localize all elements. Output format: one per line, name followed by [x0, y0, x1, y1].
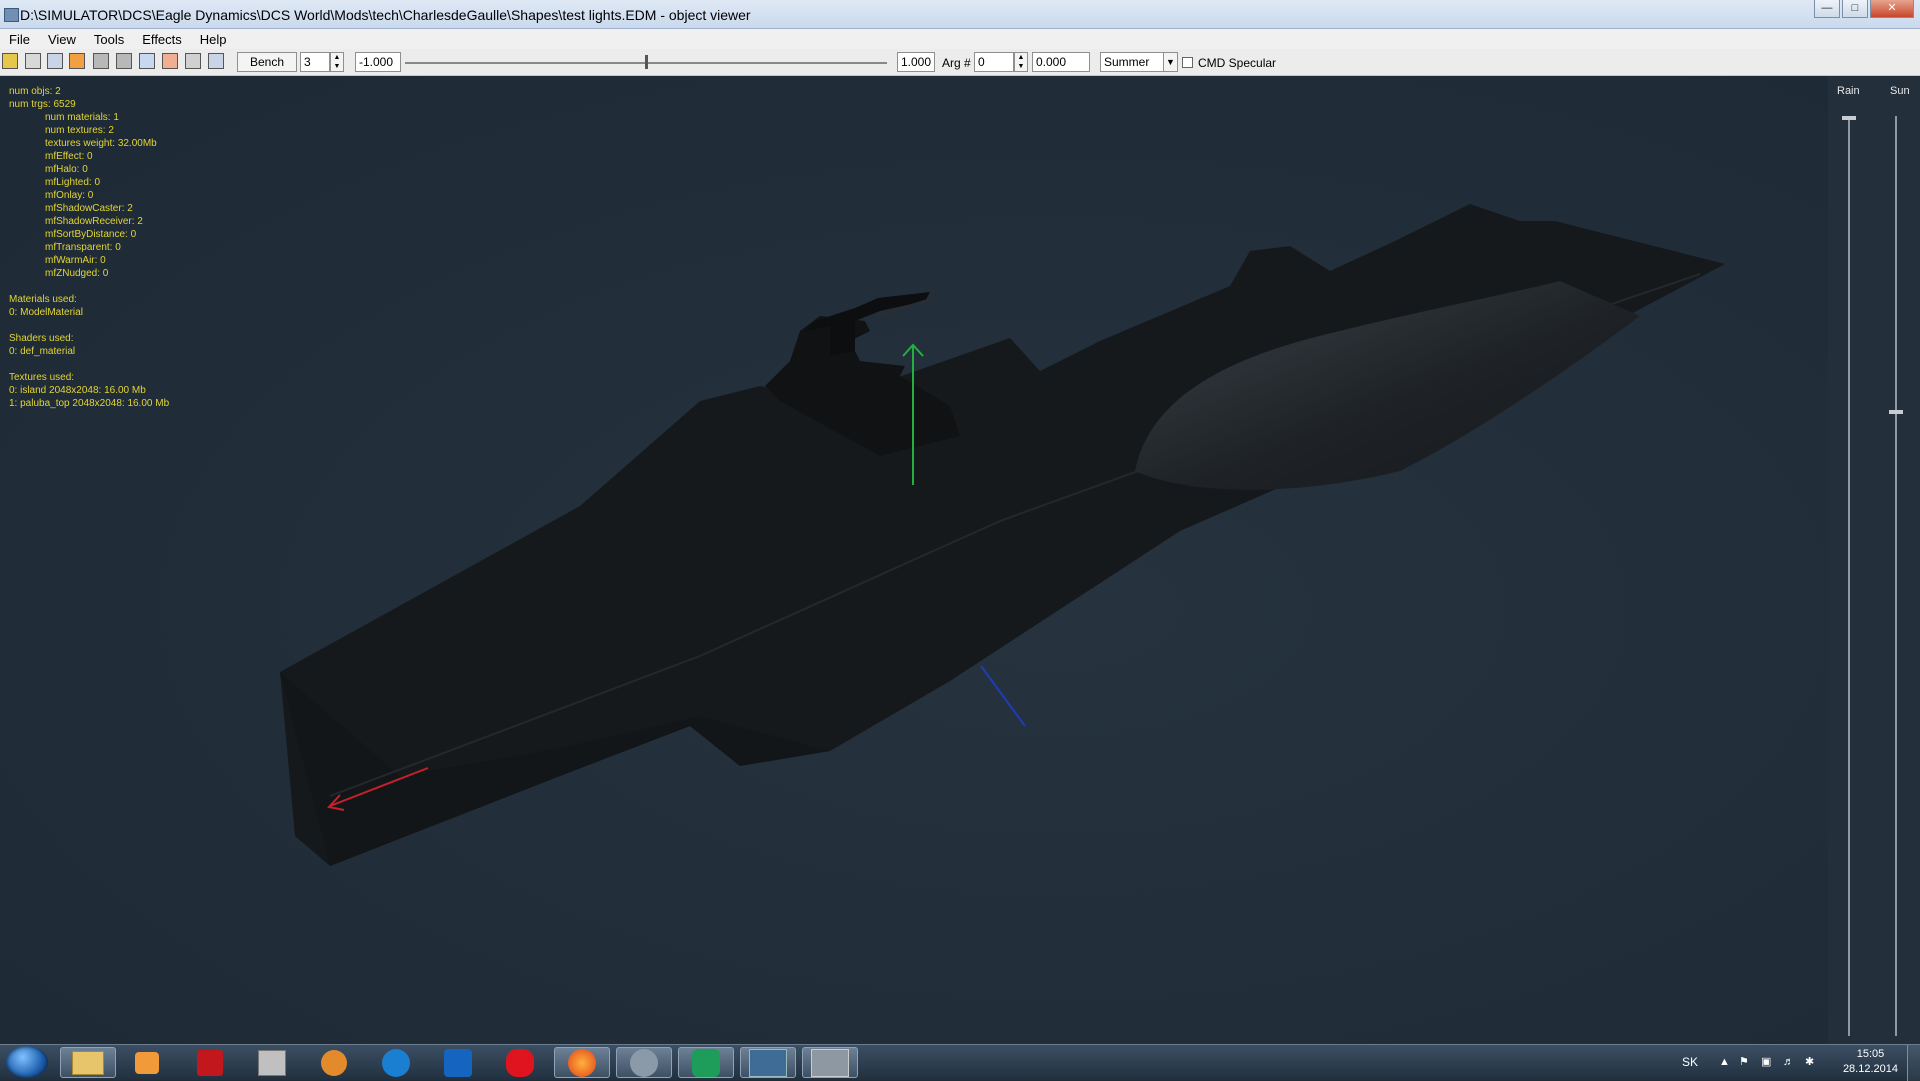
texture-entry: 0: island 2048x2048: 16.00 Mb	[9, 385, 146, 396]
menu-tools[interactable]: Tools	[85, 32, 133, 47]
menu-view[interactable]: View	[39, 32, 85, 47]
taskbar-blender-icon[interactable]	[306, 1047, 362, 1078]
arg-number-spinner[interactable]: ▲ ▼	[1014, 52, 1028, 72]
rain-label: Rain	[1837, 85, 1860, 97]
network-icon[interactable]: ▣	[1761, 1057, 1772, 1068]
window-title: D:\SIMULATOR\DCS\Eagle Dynamics\DCS Worl…	[20, 7, 751, 23]
stat-mfhalo: mfHalo: 0	[45, 164, 88, 175]
light-icon[interactable]	[69, 53, 85, 69]
texture-entry: 1: paluba_top 2048x2048: 16.00 Mb	[9, 398, 170, 409]
shader-entry: 0: def_material	[9, 346, 76, 357]
arg-value-input[interactable]: 0.000	[1032, 52, 1090, 72]
texture-icon[interactable]	[185, 53, 201, 69]
stat-num-trgs: num trgs: 6529	[9, 99, 76, 110]
slider-min-field[interactable]: -1.000	[355, 52, 401, 72]
bench-button[interactable]: Bench	[237, 52, 297, 72]
window-controls: — □ ✕	[1814, 0, 1914, 18]
taskbar-coreldraw-icon[interactable]	[678, 1047, 734, 1078]
taskbar-explorer-icon[interactable]	[60, 1047, 116, 1078]
taskbar: SK ▲ ⚑ ▣ ♬ ✱ 15:05 28.12.2014	[0, 1044, 1920, 1081]
taskbar-fan-app-icon[interactable]	[368, 1047, 424, 1078]
stat-num-objs: num objs: 2	[9, 86, 61, 97]
maximize-button[interactable]: □	[1842, 0, 1868, 18]
clock-time: 15:05	[1856, 1048, 1885, 1060]
bench-spinner[interactable]: ▲ ▼	[330, 52, 344, 72]
bench-value-input[interactable]: 3	[300, 52, 330, 72]
stat-textures-weight: textures weight: 32.00Mb	[45, 138, 157, 149]
minimize-button[interactable]: —	[1814, 0, 1840, 18]
save-icon[interactable]	[25, 53, 41, 69]
start-button[interactable]	[6, 1046, 48, 1078]
clock-date: 28.12.2014	[1842, 1063, 1898, 1075]
redo-icon[interactable]	[116, 53, 132, 69]
stat-mfsortbydistance: mfSortByDistance: 0	[45, 229, 137, 240]
cmd-specular-checkbox[interactable]	[1182, 57, 1193, 68]
language-indicator[interactable]: SK	[1682, 1055, 1698, 1069]
stat-mfwarmair: mfWarmAir: 0	[45, 255, 106, 266]
properties-icon[interactable]	[47, 53, 63, 69]
stat-mflighted: mfLighted: 0	[45, 177, 101, 188]
menu-help[interactable]: Help	[191, 32, 236, 47]
taskbar-notepad-icon[interactable]	[430, 1047, 486, 1078]
arg-label: Arg #	[942, 56, 971, 70]
argument-slider-thumb[interactable]	[645, 55, 648, 69]
action-center-flag-icon[interactable]: ⚑	[1739, 1057, 1750, 1068]
rain-slider[interactable]	[1842, 116, 1856, 1036]
menu-file[interactable]: File	[0, 32, 39, 47]
wireframe-icon[interactable]	[139, 53, 155, 69]
taskbar-firefox-icon[interactable]	[554, 1047, 610, 1078]
app-icon	[4, 8, 19, 22]
info-icon[interactable]	[208, 53, 224, 69]
sun-slider-thumb[interactable]	[1889, 410, 1903, 415]
material-entry: 0: ModelMaterial	[9, 307, 83, 318]
taskbar-99-icon[interactable]	[244, 1047, 300, 1078]
show-desktop-button[interactable]	[1907, 1045, 1920, 1081]
textures-heading: Textures used:	[9, 372, 75, 383]
toolbar: Bench 3 ▲ ▼ -1.000 1.000 Arg # 0 ▲ ▼ 0.000…	[0, 49, 1920, 76]
3d-viewport[interactable]: num objs: 2 num trgs: 6529 num materials…	[0, 76, 1920, 1044]
menu-effects[interactable]: Effects	[133, 32, 191, 47]
model-stats-overlay: num objs: 2 num trgs: 6529 num materials…	[9, 85, 169, 410]
ship-model-render	[0, 76, 1920, 1044]
cmd-specular-label: CMD Specular	[1198, 56, 1277, 70]
materials-heading: Materials used:	[9, 294, 77, 305]
taskbar-paint-icon[interactable]	[492, 1047, 548, 1078]
sun-label: Sun	[1890, 85, 1910, 97]
stat-mfshadowcaster: mfShadowCaster: 2	[45, 203, 133, 214]
stat-mfznudged: mfZNudged: 0	[45, 268, 109, 279]
tray-app-icon[interactable]: ✱	[1805, 1057, 1816, 1068]
stat-mfonlay: mfOnlay: 0	[45, 190, 94, 201]
chevron-down-icon[interactable]: ▼	[1163, 52, 1178, 72]
stat-num-materials: num materials: 1	[45, 112, 119, 123]
stat-mfshadowreceiver: mfShadowReceiver: 2	[45, 216, 143, 227]
clock[interactable]: 15:05 28.12.2014	[1843, 1047, 1898, 1077]
show-hidden-icons-icon[interactable]: ▲	[1719, 1057, 1730, 1068]
season-value: Summer	[1104, 55, 1150, 69]
taskbar-acrobat-icon[interactable]	[182, 1047, 238, 1078]
skeleton-icon[interactable]	[162, 53, 178, 69]
title-bar[interactable]: D:\SIMULATOR\DCS\Eagle Dynamics\DCS Worl…	[0, 0, 1920, 29]
slider-max-field[interactable]: 1.000	[897, 52, 935, 72]
volume-icon[interactable]: ♬	[1783, 1057, 1794, 1068]
stat-mftransparent: mfTransparent: 0	[45, 242, 121, 253]
taskbar-media-player-icon[interactable]	[119, 1047, 175, 1078]
stat-num-textures: num textures: 2	[45, 125, 114, 136]
taskbar-dcs-world-icon[interactable]	[740, 1047, 796, 1078]
close-button[interactable]: ✕	[1870, 0, 1914, 18]
menu-bar: File View Tools Effects Help	[0, 29, 1920, 49]
system-tray: SK ▲ ⚑ ▣ ♬ ✱ 15:05 28.12.2014	[1660, 1045, 1920, 1081]
weather-panel: Rain Sun	[1828, 76, 1920, 1044]
sun-slider[interactable]	[1889, 116, 1903, 1036]
undo-icon[interactable]	[93, 53, 109, 69]
rain-slider-thumb[interactable]	[1842, 116, 1856, 120]
stat-mfeffect: mfEffect: 0	[45, 151, 93, 162]
taskbar-dcs-world-2-icon[interactable]	[802, 1047, 858, 1078]
open-folder-icon[interactable]	[2, 53, 18, 69]
taskbar-dcs-app-icon[interactable]	[616, 1047, 672, 1078]
arg-number-input[interactable]: 0	[974, 52, 1014, 72]
shaders-heading: Shaders used:	[9, 333, 74, 344]
